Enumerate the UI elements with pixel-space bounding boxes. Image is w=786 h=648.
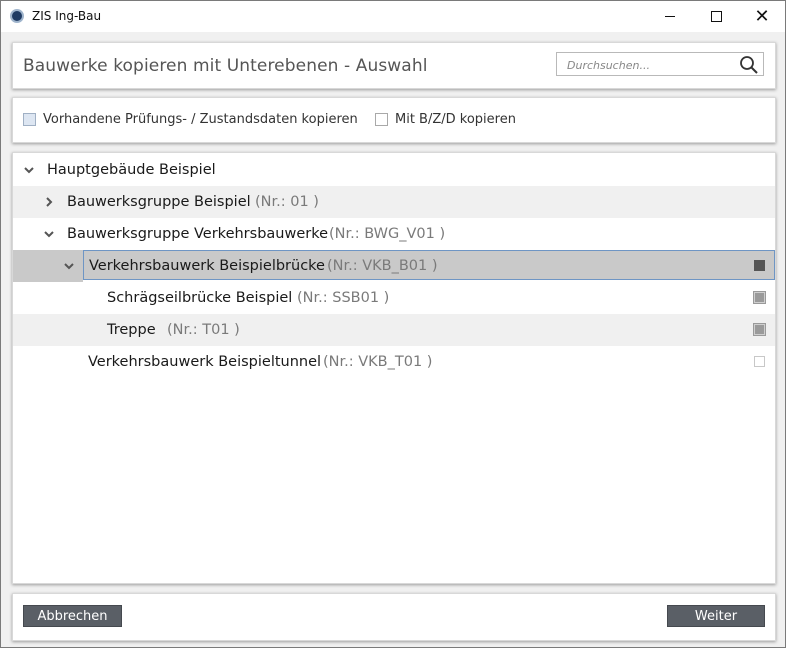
chevron-down-icon[interactable] [44,229,54,239]
selection-checkbox[interactable] [754,260,765,271]
selection-checkbox[interactable] [753,323,766,336]
search-input[interactable] [565,56,739,74]
search-icon[interactable] [739,55,759,75]
copy-inspection-data-option[interactable]: Vorhandene Prüfungs- / Zustandsdaten kop… [23,112,358,127]
tree-node-number: (Nr.: SSB01 ) [297,290,390,306]
tree-node-label: Bauwerksgruppe Beispiel [67,194,251,210]
tree-node-number: (Nr.: T01 ) [167,322,240,338]
cancel-button[interactable]: Abbrechen [23,605,122,627]
dialog-window: ZIS Ing-Bau ✕ Bauwerke kopieren mit Unte… [0,0,786,648]
close-icon: ✕ [754,5,770,27]
tree-node-schraegseilbruecke[interactable]: Schrägseilbrücke Beispiel (Nr.: SSB01 ) [13,282,775,314]
minimize-button[interactable] [647,1,693,32]
maximize-button[interactable] [693,1,739,32]
search-box[interactable] [556,52,764,76]
tree-node-label: Verkehrsbauwerk Beispieltunnel [88,354,322,370]
maximize-icon [710,11,722,22]
tree-node-treppe[interactable]: Treppe (Nr.: T01 ) [13,314,775,346]
page-title: Bauwerke kopieren mit Unterebenen - Ausw… [23,56,428,76]
app-icon [10,9,24,23]
chevron-right-icon[interactable] [44,197,54,207]
tree-panel: Hauptgebäude Beispiel Bauwerksgruppe Bei… [12,152,776,584]
title-bar[interactable]: ZIS Ing-Bau ✕ [1,1,785,32]
tree-node-label: Bauwerksgruppe Verkehrsbauwerke [67,226,329,242]
tree-node-number: (Nr.: 01 ) [255,194,319,210]
copy-bzd-checkbox[interactable] [375,113,388,126]
copy-inspection-data-label: Vorhandene Prüfungs- / Zustandsdaten kop… [43,112,358,127]
selection-checkbox[interactable] [753,291,766,304]
next-button[interactable]: Weiter [667,605,765,627]
tree-node-beispielbruecke[interactable]: Verkehrsbauwerk Beispielbrücke (Nr.: VKB… [83,250,775,280]
tree-node-number: (Nr.: VKB_B01 ) [327,258,438,274]
header-panel: Bauwerke kopieren mit Unterebenen - Ausw… [12,42,776,89]
copy-inspection-data-checkbox[interactable] [23,113,36,126]
tree-node-number: (Nr.: BWG_V01 ) [329,226,446,242]
copy-bzd-label: Mit B/Z/D kopieren [395,112,516,127]
minimize-icon [665,16,675,17]
tree-node-label: Hauptgebäude Beispiel [47,162,216,178]
tree-node-number: (Nr.: VKB_T01 ) [323,354,433,370]
tree-node-beispieltunnel[interactable]: Verkehrsbauwerk Beispieltunnel (Nr.: VKB… [13,346,775,378]
copy-bzd-option[interactable]: Mit B/Z/D kopieren [375,112,516,127]
tree-node-bauwerksgruppe-verkehrsbauwerke[interactable]: Bauwerksgruppe Verkehrsbauwerke (Nr.: BW… [13,218,775,250]
tree-node-label: Treppe [107,322,156,338]
tree-node-label: Schrägseilbrücke Beispiel [107,290,293,306]
options-panel: Vorhandene Prüfungs- / Zustandsdaten kop… [12,97,776,143]
close-button[interactable]: ✕ [739,1,785,32]
tree-node-label: Verkehrsbauwerk Beispielbrücke [89,258,325,274]
selection-checkbox[interactable] [754,356,765,367]
chevron-down-icon[interactable] [24,165,34,175]
footer-panel: Abbrechen Weiter [12,593,776,641]
tree-node-hauptgebaeude[interactable]: Hauptgebäude Beispiel [13,154,775,186]
tree-node-bauwerksgruppe-beispiel[interactable]: Bauwerksgruppe Beispiel (Nr.: 01 ) [13,186,775,218]
window-title: ZIS Ing-Bau [32,9,102,23]
chevron-down-icon[interactable] [64,261,74,271]
